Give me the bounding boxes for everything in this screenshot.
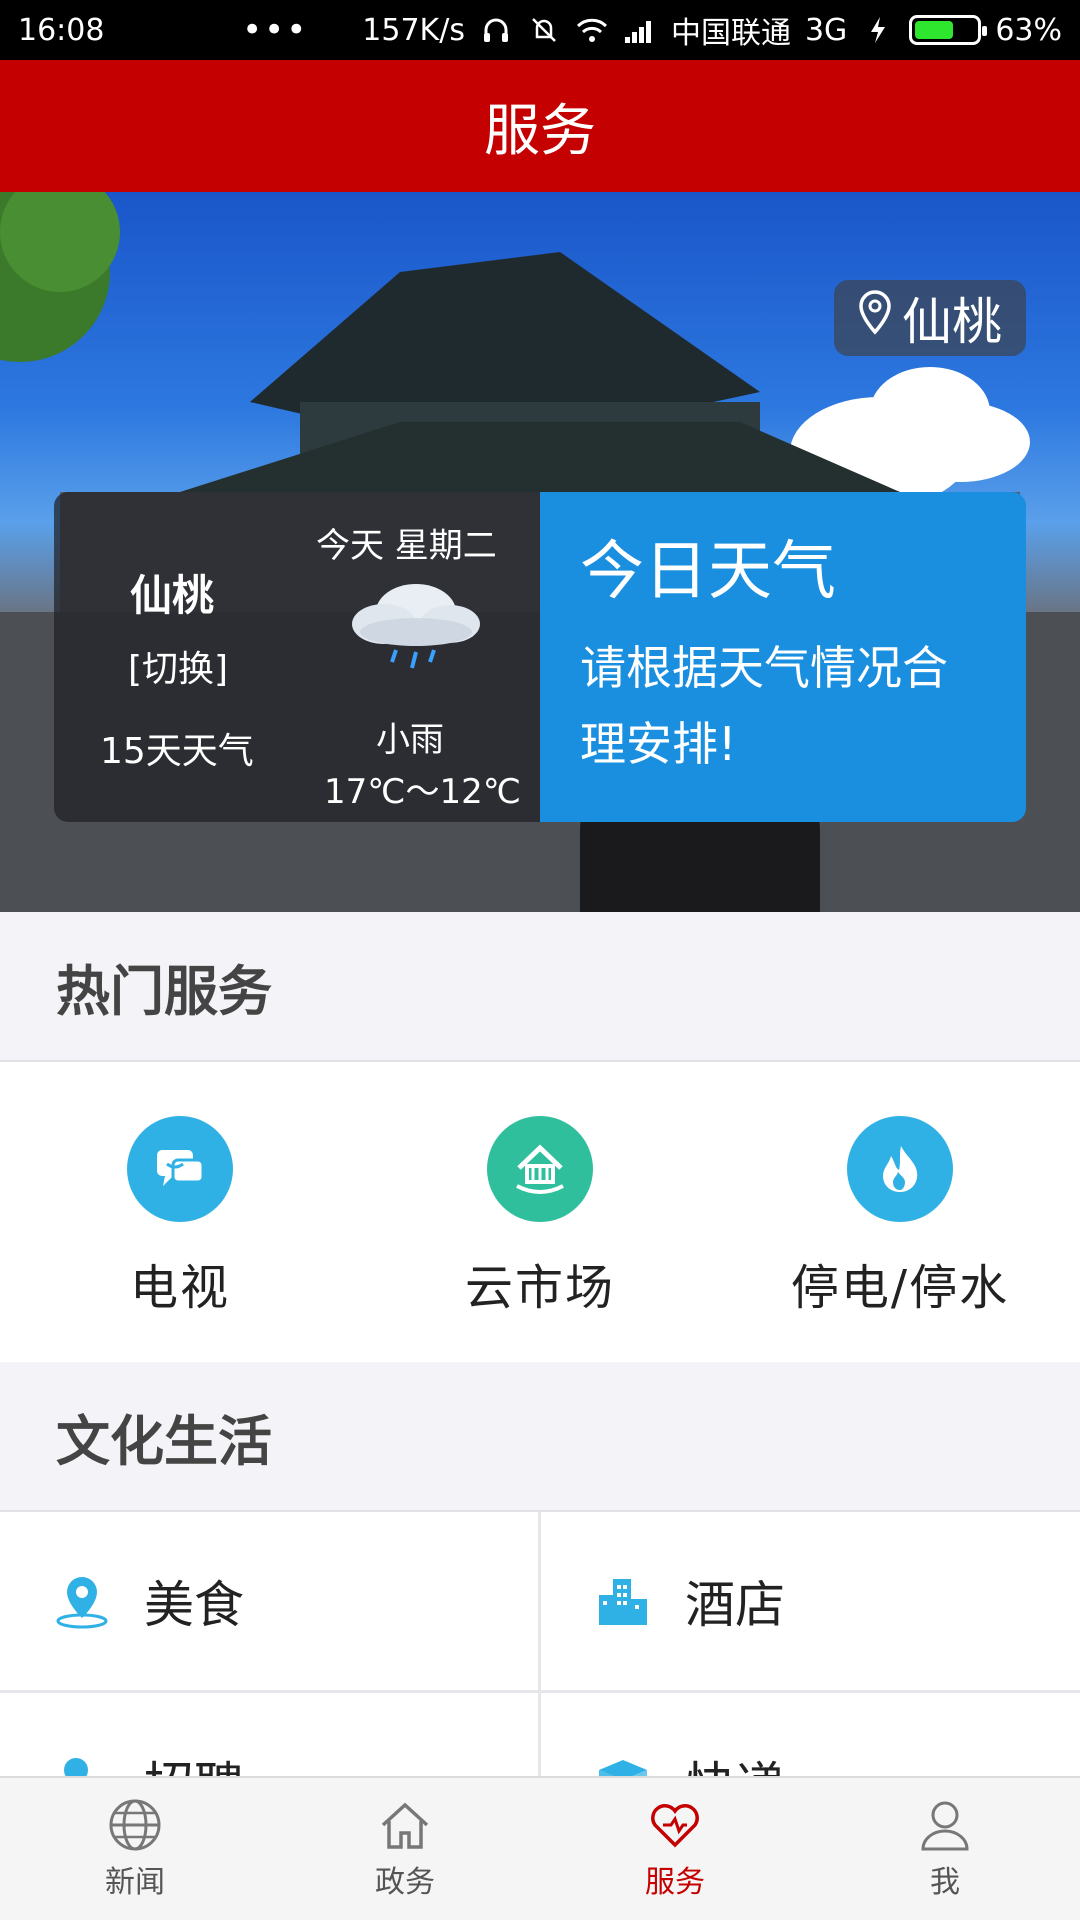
weather-condition: 小雨: [376, 720, 444, 760]
headphone-icon: [479, 13, 513, 47]
forecast-15-day-link[interactable]: 15天天气: [100, 722, 254, 774]
location-pin-icon: [858, 289, 892, 347]
culture-item-food[interactable]: 美食: [0, 1512, 538, 1690]
culture-life-grid: 美食 酒店 招聘 快递: [0, 1510, 1080, 1776]
weather-date: 今天 星期二: [316, 526, 497, 566]
culture-item-jobs-label: 招聘: [144, 1746, 244, 1776]
location-label: 仙桃: [902, 293, 1002, 351]
service-cloud-market-label: 云市场: [464, 1260, 615, 1316]
fire-icon: [847, 1116, 953, 1222]
person-icon: [64, 1758, 88, 1776]
tab-government[interactable]: 政务: [270, 1778, 540, 1920]
wifi-icon: [575, 13, 609, 47]
tab-government-label: 政务: [375, 1865, 435, 1900]
tab-services-label: 服务: [645, 1865, 705, 1900]
tab-me-label: 我: [930, 1865, 960, 1900]
grid-divider-horizontal: [0, 1690, 1080, 1693]
culture-item-food-label: 美食: [144, 1576, 244, 1634]
charging-icon: [861, 13, 895, 47]
service-tv-label: 电视: [129, 1260, 230, 1316]
weather-tip-panel: 今日天气 请根据天气情况合理安排!: [540, 492, 1026, 822]
tab-news[interactable]: 新闻: [0, 1778, 270, 1920]
culture-item-jobs[interactable]: 招聘: [0, 1693, 538, 1776]
hero-banner: 仙桃 仙桃 [切换] 15天天气 今天 星期二 小雨 17℃～12℃ 今日天气 …: [0, 192, 1080, 912]
weather-summary: 仙桃 [切换] 15天天气 今天 星期二 小雨 17℃～12℃: [54, 492, 540, 822]
heart-icon: [651, 1804, 699, 1848]
service-outage-label: 停电/停水: [790, 1260, 1010, 1316]
weather-card[interactable]: 仙桃 [切换] 15天天气 今天 星期二 小雨 17℃～12℃ 今日天气 请根据…: [54, 492, 1026, 822]
hot-services-title: 热门服务: [0, 912, 1080, 1060]
weather-city: 仙桃: [130, 571, 215, 620]
status-time: 16:08: [18, 12, 105, 48]
culture-item-hotel[interactable]: 酒店: [541, 1512, 1079, 1690]
network-speed: 157K/s: [362, 12, 465, 48]
service-tv[interactable]: 电视: [0, 1062, 360, 1362]
network-type: 3G: [804, 12, 848, 48]
light-rain-icon: [352, 584, 480, 669]
culture-item-express-label: 快递: [685, 1746, 785, 1776]
service-cloud-market[interactable]: 云市场: [360, 1062, 720, 1362]
switch-city-link[interactable]: [切换]: [128, 640, 228, 692]
mute-bell-icon: [527, 13, 561, 47]
hot-services-row: 电视 云市场 停电/停水: [0, 1060, 1080, 1362]
globe-icon: [109, 1799, 161, 1851]
user-icon: [921, 1801, 969, 1851]
culture-life-title: 文化生活: [0, 1362, 1080, 1510]
tab-news-label: 新闻: [105, 1865, 165, 1900]
culture-item-express[interactable]: 快递: [541, 1693, 1079, 1776]
weather-tip-message: 请根据天气情况合理安排!: [580, 641, 948, 771]
signal-icon: [623, 13, 657, 47]
tab-me[interactable]: 我: [810, 1778, 1080, 1920]
page-title: 服务: [0, 60, 1080, 192]
home-icon: [381, 1802, 429, 1849]
weather-tip-title: 今日天气: [580, 535, 836, 609]
tv-chat-icon: [127, 1116, 233, 1222]
location-button[interactable]: 仙桃: [834, 280, 1026, 356]
carrier-name: 中国联通: [670, 16, 791, 51]
building-icon: [599, 1579, 647, 1625]
package-icon: [599, 1760, 647, 1776]
grid-divider-vertical: [538, 1512, 541, 1776]
location-pin-icon: [56, 1577, 108, 1629]
market-icon: [487, 1116, 593, 1222]
bottom-tab-bar: 新闻 政务 服务 我: [0, 1776, 1080, 1920]
status-bar: 16:08 ••• 157K/s 中国联通 3G 63%: [0, 0, 1080, 60]
battery-percent: 63%: [995, 12, 1062, 48]
culture-item-hotel-label: 酒店: [685, 1576, 785, 1634]
service-outage[interactable]: 停电/停水: [720, 1062, 1080, 1362]
battery-icon: [909, 15, 988, 45]
status-dots: •••: [242, 10, 309, 50]
tab-services[interactable]: 服务: [540, 1778, 810, 1920]
weather-temperature: 17℃～12℃: [324, 772, 521, 812]
